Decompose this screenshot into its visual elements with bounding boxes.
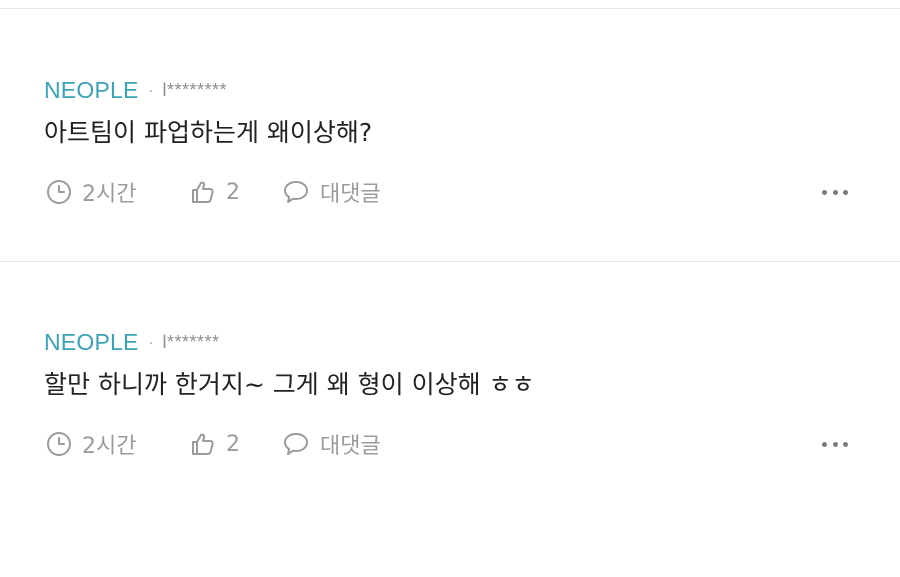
- comment-text: 할만 하니까 한거지~ 그게 왜 형이 이상해 ㅎㅎ: [44, 370, 535, 399]
- thumbs-up-icon: [192, 181, 214, 203]
- comment-meta: NEOPLE · l*******: [44, 327, 220, 357]
- more-icon-dot: [843, 189, 848, 195]
- comment-actions: 2시간 2 대댓글: [46, 177, 422, 207]
- comment-time-label: 2시간: [82, 182, 137, 207]
- thumbs-up-icon: [192, 433, 214, 455]
- comment-source[interactable]: NEOPLE: [44, 77, 139, 104]
- comment-source[interactable]: NEOPLE: [44, 329, 139, 356]
- like-count: 2: [226, 431, 240, 457]
- comment-text: 아트팀이 파업하는게 왜이상해?: [44, 118, 373, 147]
- comment-time: 2시간: [46, 428, 190, 460]
- comment-item: NEOPLE · l******* 할만 하니까 한거지~ 그게 왜 형이 이상…: [0, 327, 900, 577]
- comment-time: 2시간: [46, 176, 190, 208]
- top-divider: [0, 8, 900, 9]
- reply-label: 대댓글: [320, 434, 381, 459]
- clock-icon: [47, 432, 71, 456]
- comment-actions: 2시간 2 대댓글: [46, 429, 422, 459]
- more-icon-dot: [832, 189, 838, 195]
- more-button[interactable]: [822, 185, 848, 199]
- reply-button[interactable]: 대댓글: [282, 428, 422, 460]
- speech-bubble-icon: [284, 433, 308, 455]
- more-icon-dot: [822, 189, 827, 195]
- more-icon-dot: [832, 441, 838, 447]
- like-button[interactable]: 2: [190, 431, 282, 457]
- comment-meta: NEOPLE · l********: [44, 75, 227, 105]
- comment-item: NEOPLE · l******** 아트팀이 파업하는게 왜이상해? 2시간 …: [0, 75, 900, 325]
- more-button[interactable]: [822, 437, 848, 451]
- speech-bubble-icon: [284, 181, 308, 203]
- more-icon-dot: [843, 441, 848, 447]
- comment-divider: [0, 261, 900, 262]
- like-count: 2: [226, 179, 240, 205]
- like-button[interactable]: 2: [190, 179, 282, 205]
- reply-button[interactable]: 대댓글: [282, 176, 422, 208]
- comment-time-label: 2시간: [82, 434, 137, 459]
- more-icon-dot: [822, 441, 827, 447]
- meta-separator: ·: [148, 333, 154, 351]
- clock-icon: [47, 180, 71, 204]
- reply-label: 대댓글: [320, 182, 381, 207]
- comment-author: l*******: [162, 331, 220, 352]
- meta-separator: ·: [148, 81, 154, 99]
- comment-author: l********: [162, 79, 228, 100]
